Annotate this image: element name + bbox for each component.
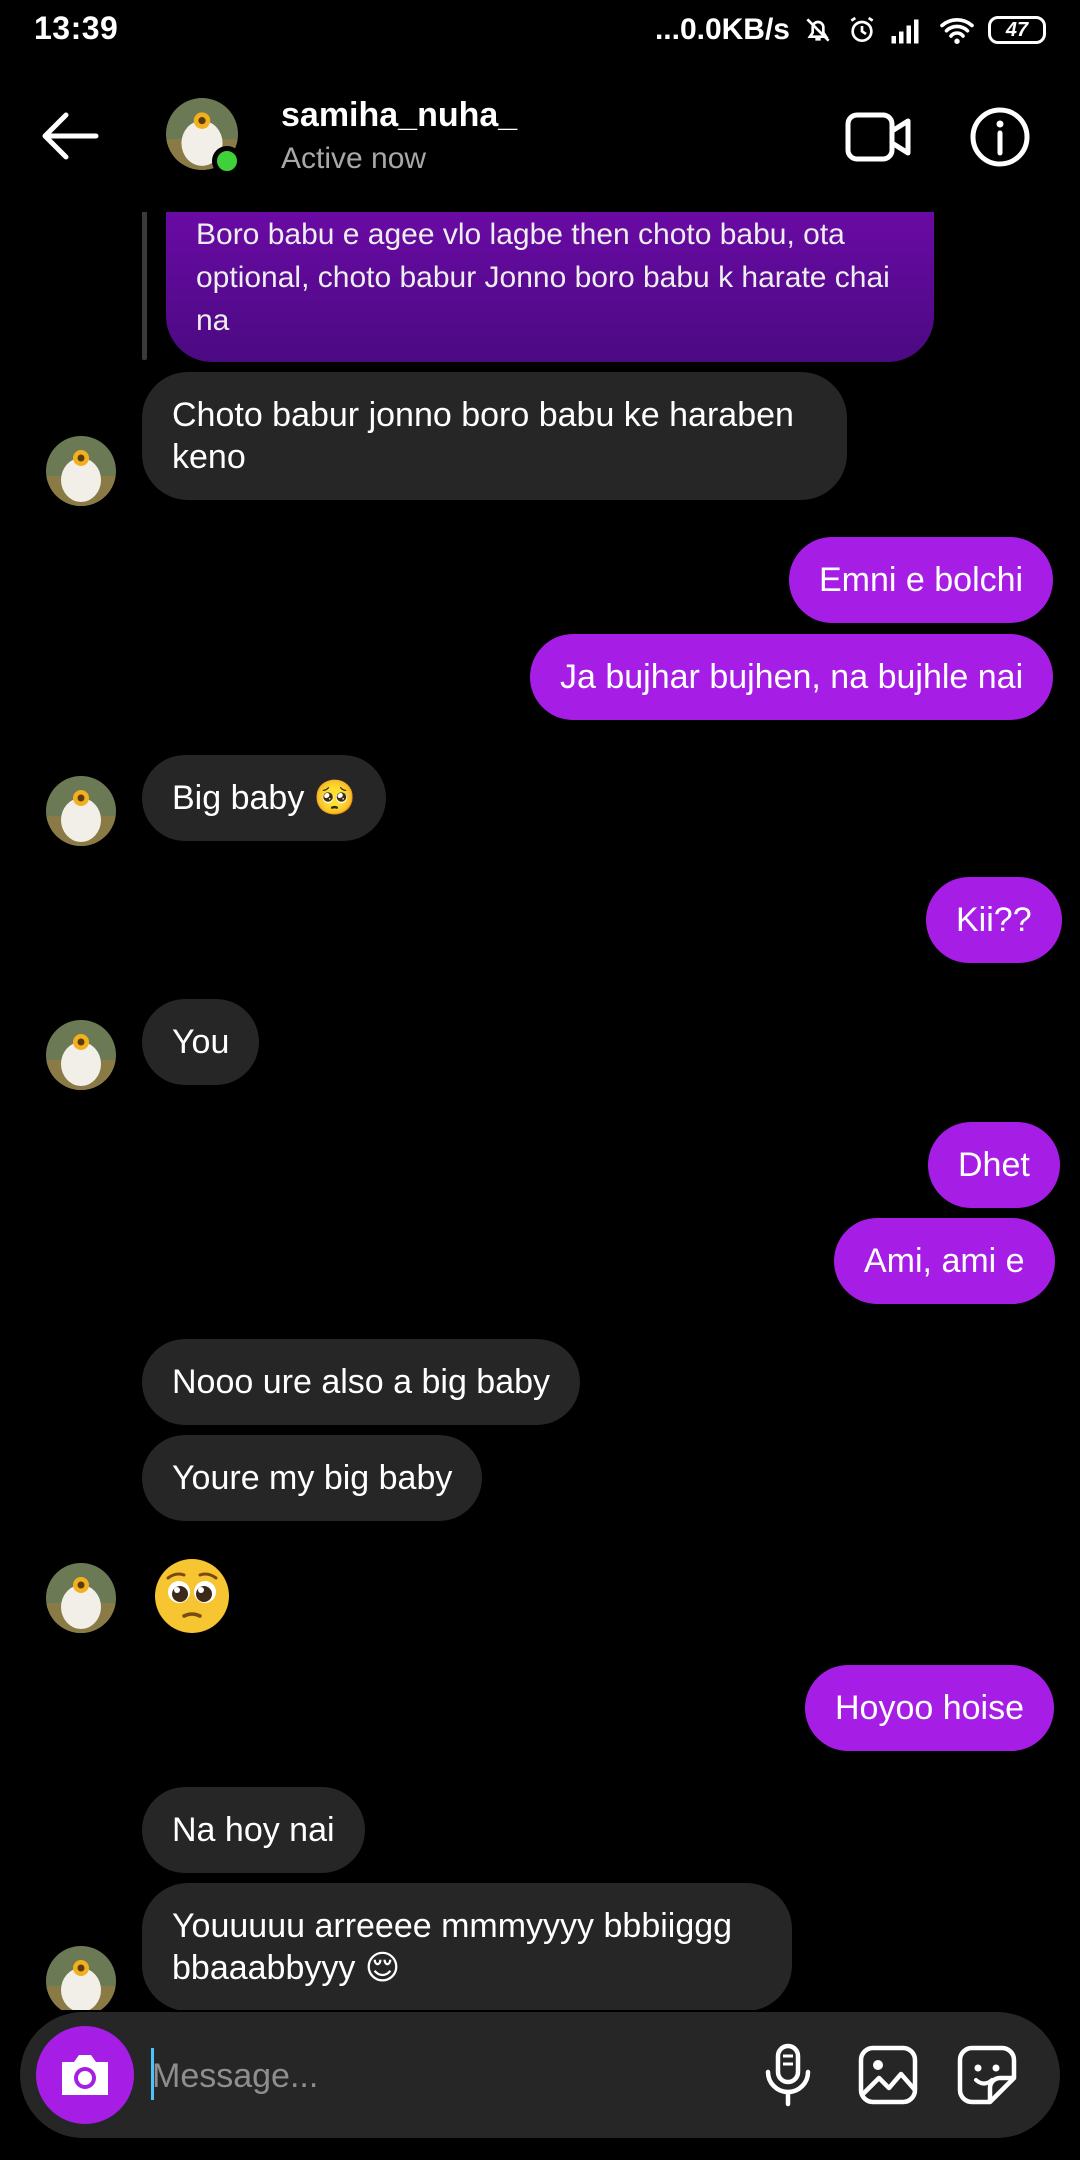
microphone-icon[interactable] bbox=[755, 2042, 821, 2108]
message-outgoing[interactable]: Hoyoo hoise bbox=[805, 1665, 1055, 1751]
camera-button[interactable] bbox=[36, 2026, 134, 2124]
contact-username[interactable]: samiha_nuha_ bbox=[281, 96, 517, 135]
message-incoming[interactable]: Choto babur jonno boro babu ke haraben k… bbox=[142, 372, 847, 500]
message-input[interactable] bbox=[150, 2042, 714, 2110]
online-status-dot bbox=[212, 146, 242, 176]
contact-avatar[interactable] bbox=[46, 776, 116, 846]
pleading-face-icon bbox=[155, 1559, 229, 1633]
message-outgoing[interactable]: Ja bujhar bujhen, na bujhle nai bbox=[530, 634, 1054, 720]
contact-avatar[interactable] bbox=[46, 1563, 116, 1633]
message-outgoing[interactable]: Emni e bolchi bbox=[789, 537, 1054, 623]
pleading-face-emoji[interactable]: 🥺 bbox=[152, 1556, 232, 1636]
chat-header: samiha_nuha_ Active now bbox=[0, 62, 1080, 212]
gallery-icon[interactable] bbox=[855, 2042, 921, 2108]
message-outgoing[interactable]: Kii?? bbox=[926, 877, 1062, 963]
camera-icon bbox=[62, 2055, 108, 2095]
message-list[interactable]: Boro babu e agee vlo lagbe then choto ba… bbox=[0, 0, 1080, 2010]
contact-active-status: Active now bbox=[281, 142, 427, 175]
info-icon[interactable] bbox=[969, 106, 1031, 168]
message-incoming[interactable]: Na hoy nai bbox=[142, 1787, 365, 1873]
pleading-emoji-text: 🥺 bbox=[232, 1556, 233, 1557]
back-arrow-icon[interactable] bbox=[38, 106, 102, 166]
reply-indicator bbox=[142, 210, 147, 360]
message-incoming[interactable]: Youuuuu arreeee mmmyyyy bbbiiggg bbaaabb… bbox=[142, 1883, 792, 2010]
message-incoming[interactable]: You bbox=[142, 999, 260, 1085]
quoted-message[interactable]: Boro babu e agee vlo lagbe then choto ba… bbox=[166, 195, 934, 362]
contact-avatar[interactable] bbox=[46, 1020, 116, 1090]
message-composer bbox=[20, 2012, 1060, 2138]
sticker-icon[interactable] bbox=[954, 2042, 1020, 2108]
contact-avatar[interactable] bbox=[46, 436, 116, 506]
message-outgoing[interactable]: Dhet bbox=[928, 1122, 1060, 1208]
message-outgoing[interactable]: Ami, ami e bbox=[834, 1218, 1055, 1304]
message-incoming[interactable]: Nooo ure also a big baby bbox=[142, 1339, 581, 1425]
message-incoming[interactable]: Big baby 🥺 bbox=[142, 755, 387, 841]
message-incoming[interactable]: Youre my big baby bbox=[142, 1435, 483, 1521]
contact-avatar[interactable] bbox=[46, 1946, 116, 2010]
video-call-icon[interactable] bbox=[845, 110, 911, 164]
